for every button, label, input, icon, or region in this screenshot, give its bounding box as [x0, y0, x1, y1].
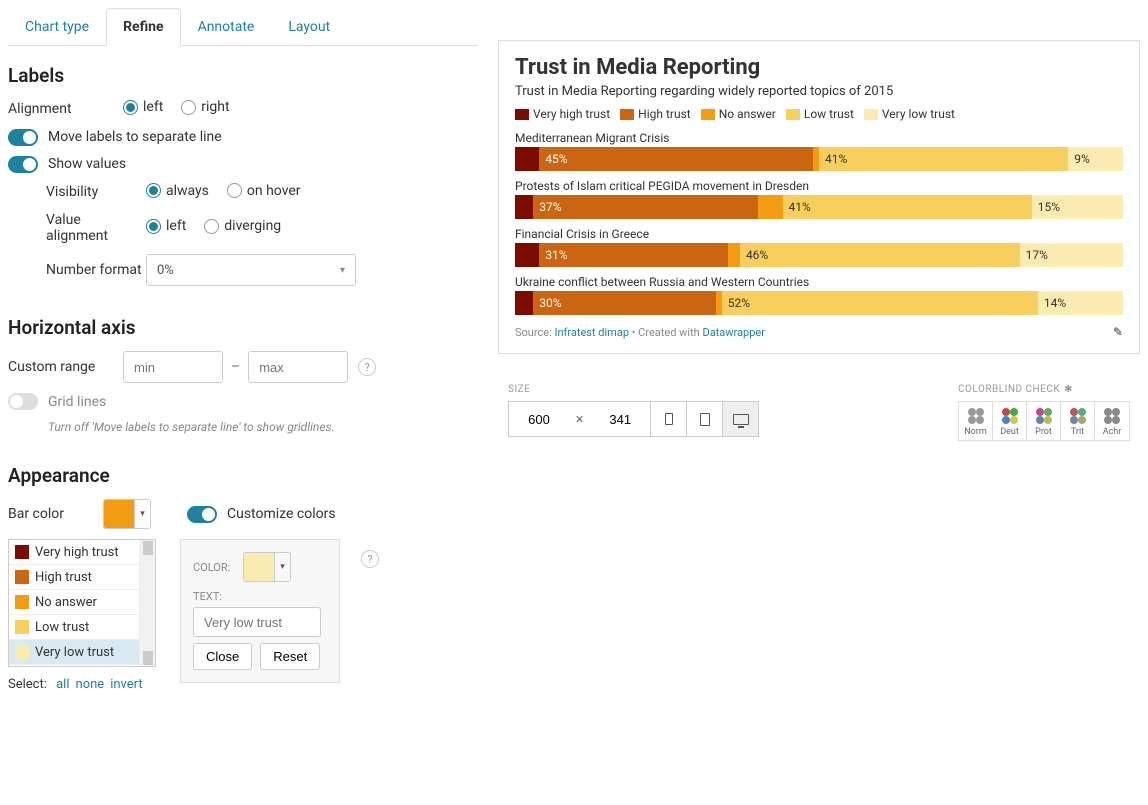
desktop-preview-button[interactable] [722, 402, 758, 436]
chart-legend: Very high trust High trust No answer Low tr… [515, 107, 1123, 121]
chart-source: Source: Infratest dimap • Created with D… [515, 325, 1123, 339]
move-labels-label: Move labels to separate line [48, 129, 222, 145]
text-field-label: TEXT: [193, 590, 243, 603]
colorblind-trit[interactable]: Trit [1061, 402, 1095, 440]
tab-refine[interactable]: Refine [106, 8, 180, 46]
chart-title: Trust in Media Reporting [515, 55, 1123, 80]
tool-link[interactable]: Datawrapper [702, 326, 764, 339]
bar-color-button[interactable]: ▾ [103, 499, 151, 529]
tab-layout[interactable]: Layout [271, 8, 347, 46]
select-none[interactable]: none [76, 677, 105, 692]
category-list[interactable]: Very high trustHigh trustNo answerLow tr… [8, 539, 156, 667]
reset-button[interactable]: Reset [260, 643, 320, 670]
colorblind-achr[interactable]: Achr [1095, 402, 1129, 440]
range-max-input[interactable] [248, 351, 348, 383]
category-color-button[interactable]: ▾ [243, 552, 291, 582]
bar-row: Protests of Islam critical PEGIDA moveme… [515, 179, 1123, 219]
category-item[interactable]: High trust [9, 565, 155, 590]
chart-subtitle: Trust in Media Reporting regarding widel… [515, 84, 1123, 99]
category-item[interactable]: Very low trust [9, 640, 155, 665]
color-help-icon[interactable]: ? [361, 550, 379, 568]
value-align-label: Value alignment [46, 212, 146, 244]
legend-item: Very high trust [515, 107, 610, 121]
edit-icon[interactable]: ✎ [1113, 325, 1123, 339]
custom-range-label: Custom range [8, 359, 123, 375]
select-invert[interactable]: invert [110, 677, 142, 692]
tab-annotate[interactable]: Annotate [181, 8, 272, 46]
legend-item: High trust [620, 107, 691, 121]
mobile-preview-button[interactable] [650, 402, 686, 436]
gridlines-hint: Turn off 'Move labels to separate line' … [48, 420, 478, 434]
show-values-toggle[interactable] [8, 156, 38, 173]
radio-diverging[interactable]: diverging [204, 218, 281, 234]
radio-right[interactable]: right [181, 99, 229, 115]
range-help-icon[interactable]: ? [358, 358, 376, 376]
colorblind-deut[interactable]: Deut [993, 402, 1027, 440]
number-format-label: Number format [46, 262, 146, 278]
category-item[interactable]: No answer [9, 590, 155, 615]
tablet-preview-button[interactable] [686, 402, 722, 436]
gridlines-toggle [8, 393, 38, 410]
times-icon: ✕ [569, 413, 590, 426]
alignment-label: Alignment [8, 101, 123, 117]
radio-on-hover[interactable]: on hover [227, 183, 301, 199]
select-all[interactable]: all [56, 677, 69, 692]
bar-row: Ukraine conflict between Russia and West… [515, 275, 1123, 315]
person-icon: ✱ [1064, 384, 1073, 395]
color-edit-panel: ? COLOR: ▾ TEXT: Close Reset [180, 539, 340, 683]
bar-row: Mediterranean Migrant Crisis45%41%9% [515, 131, 1123, 171]
move-labels-toggle[interactable] [8, 129, 38, 146]
bar-row: Financial Crisis in Greece31%46%17% [515, 227, 1123, 267]
category-item[interactable]: Low trust [9, 615, 155, 640]
radio-always[interactable]: always [146, 183, 209, 199]
category-text-input[interactable] [193, 607, 321, 637]
radio-left[interactable]: left [146, 218, 186, 234]
labels-heading: Labels [8, 64, 478, 87]
editor-tabs: Chart typeRefineAnnotateLayout [8, 8, 478, 46]
appearance-heading: Appearance [8, 464, 478, 487]
customize-colors-label: Customize colors [227, 506, 336, 522]
legend-item: No answer [701, 107, 776, 121]
bar-color-label: Bar color [8, 506, 103, 522]
close-button[interactable]: Close [193, 643, 252, 670]
legend-item: Very low trust [864, 107, 955, 121]
chart-preview: Trust in Media Reporting Trust in Media … [498, 40, 1140, 354]
haxis-heading: Horizontal axis [8, 316, 478, 339]
scrollbar[interactable] [139, 540, 155, 666]
colorblind-norm[interactable]: Norm [959, 402, 993, 440]
legend-item: Low trust [786, 107, 854, 121]
radio-left[interactable]: left [123, 99, 163, 115]
width-input[interactable] [509, 402, 569, 436]
customize-colors-toggle[interactable] [187, 506, 217, 523]
range-min-input[interactable] [123, 351, 223, 383]
gridlines-label: Grid lines [48, 394, 106, 410]
show-values-label: Show values [48, 156, 126, 172]
colorblind-prot[interactable]: Prot [1027, 402, 1061, 440]
select-label: Select: [8, 677, 47, 692]
tab-chart-type[interactable]: Chart type [8, 8, 106, 46]
category-item[interactable]: Very high trust [9, 540, 155, 565]
height-input[interactable] [590, 402, 650, 436]
number-format-select[interactable]: 0% [146, 254, 356, 286]
size-label: SIZE [508, 384, 759, 395]
colorblind-label: COLORBLIND CHECK [958, 384, 1060, 395]
visibility-label: Visibility [46, 184, 146, 200]
color-field-label: COLOR: [193, 561, 243, 574]
source-link[interactable]: Infratest dimap [554, 326, 629, 339]
